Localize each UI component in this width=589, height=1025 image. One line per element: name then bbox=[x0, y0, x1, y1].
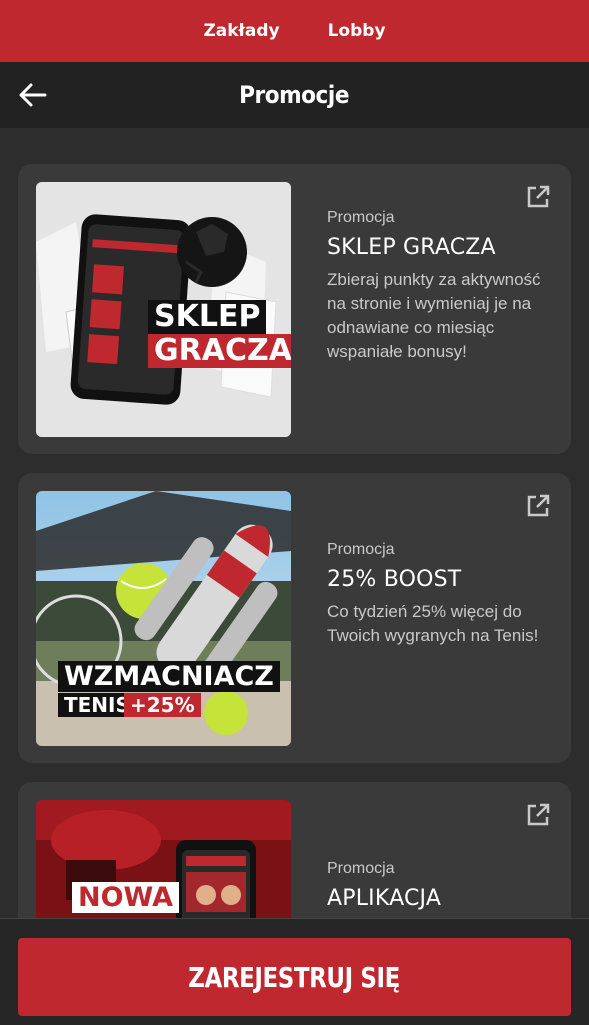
promo-card[interactable]: SKLEP GRACZA Promocja SKLEP GRACZA Zbier… bbox=[18, 164, 571, 454]
register-button[interactable]: ZAREJESTRUJ SIĘ bbox=[18, 938, 571, 1016]
arrow-left-icon[interactable] bbox=[18, 82, 48, 108]
promo-label: Promocja bbox=[327, 541, 395, 558]
page-title: Promocje bbox=[239, 81, 350, 109]
external-link-icon[interactable] bbox=[525, 802, 551, 828]
nav-item-bets[interactable]: Zakłady bbox=[203, 21, 279, 41]
promo-image-player-shop: SKLEP GRACZA bbox=[36, 182, 291, 437]
promo-label: Promocja bbox=[327, 860, 395, 877]
external-link-icon[interactable] bbox=[525, 493, 551, 519]
image-tag-line1: SKLEP bbox=[148, 300, 267, 334]
bottom-bar: ZAREJESTRUJ SIĘ bbox=[0, 918, 589, 1025]
image-tag-line1: WZMACNIACZ bbox=[58, 661, 280, 692]
register-button-label: ZAREJESTRUJ SIĘ bbox=[188, 960, 401, 994]
image-tag-line3: +25% bbox=[124, 693, 201, 717]
image-tag-line2: GRACZA bbox=[148, 334, 291, 368]
page-header: Promocje bbox=[0, 62, 589, 128]
promo-title: APLIKACJA bbox=[327, 886, 442, 911]
promo-image-app: NOWA bbox=[36, 800, 291, 918]
top-nav: Zakłady Lobby bbox=[0, 0, 589, 62]
promo-title: SKLEP GRACZA bbox=[327, 235, 496, 260]
promo-text: Promocja 25% BOOST Co tydzień 25% więcej… bbox=[327, 541, 547, 648]
promo-card[interactable]: NOWA Promocja APLIKACJA bbox=[18, 782, 571, 918]
promo-card[interactable]: WZMACNIACZ TENIS +25% Promocja 25% BOOST… bbox=[18, 473, 571, 763]
promo-title: 25% BOOST bbox=[327, 567, 462, 592]
promo-label: Promocja bbox=[327, 209, 395, 226]
image-tag-line1: NOWA bbox=[72, 882, 180, 913]
promotions-list: SKLEP GRACZA Promocja SKLEP GRACZA Zbier… bbox=[0, 128, 589, 918]
nav-item-lobby[interactable]: Lobby bbox=[328, 21, 386, 41]
promo-text: Promocja APLIKACJA bbox=[327, 860, 547, 918]
promo-description: Zbieraj punkty za aktywność na stronie i… bbox=[327, 270, 541, 361]
external-link-icon[interactable] bbox=[525, 184, 551, 210]
promo-image-tennis-boost: WZMACNIACZ TENIS +25% bbox=[36, 491, 291, 746]
promo-text: Promocja SKLEP GRACZA Zbieraj punkty za … bbox=[327, 209, 547, 364]
promo-description: Co tydzień 25% więcej do Twoich wygranyc… bbox=[327, 602, 539, 645]
